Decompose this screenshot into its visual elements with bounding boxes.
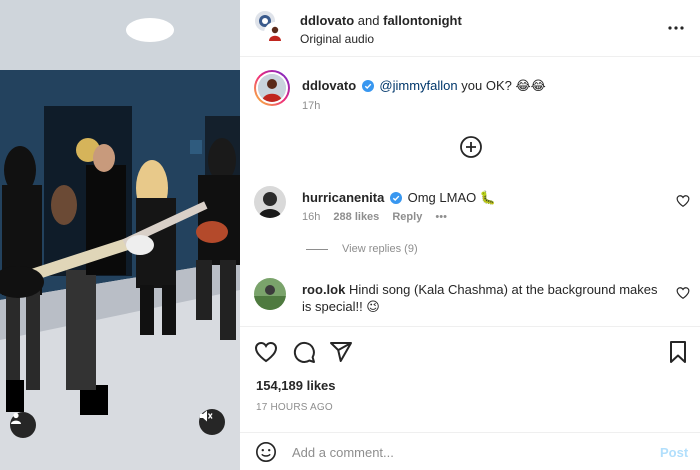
add-comment-bar: Post <box>240 432 700 470</box>
comment-input[interactable] <box>292 443 632 461</box>
post-video[interactable] <box>0 0 240 470</box>
mention-link[interactable]: @jimmyfallon <box>379 78 457 93</box>
caption-text: ddlovato @jimmyfallon you OK? 😂😂 <box>302 78 546 94</box>
user-icon <box>11 412 21 424</box>
profile-photo-icon <box>254 186 286 218</box>
profile-photo-icon <box>254 278 286 310</box>
comment-likes[interactable]: 288 likes <box>333 211 379 223</box>
likes-count[interactable]: 154,189 likes <box>256 378 336 393</box>
author-joiner: and <box>357 13 380 28</box>
view-replies-label: View replies (9) <box>342 243 418 255</box>
comment-avatar[interactable] <box>254 186 286 218</box>
comment-text: hurricanenita Omg LMAO 🐛 <box>302 189 662 206</box>
post-header: ddlovato and fallontonight Original audi… <box>240 0 700 57</box>
reply-button[interactable]: Reply <box>392 211 422 223</box>
comment-username[interactable]: roo.lok <box>302 282 345 297</box>
audio-link[interactable]: Original audio <box>300 32 374 46</box>
profile-photo-icon <box>269 26 281 41</box>
add-circle-icon[interactable] <box>459 135 483 159</box>
post-comment-button[interactable]: Post <box>660 445 688 460</box>
share-icon[interactable] <box>329 340 353 364</box>
verified-badge-icon <box>389 192 402 204</box>
author-link-1[interactable]: ddlovato <box>300 13 354 28</box>
avatar-ddlovato-small[interactable] <box>264 22 286 44</box>
emoji-icon[interactable] <box>255 441 277 463</box>
caption-time[interactable]: 17h <box>302 100 320 112</box>
post-timestamp[interactable]: 17 HOURS AGO <box>256 402 333 413</box>
comment-body: Omg LMAO 🐛 <box>407 190 497 205</box>
tagged-users-button[interactable] <box>10 412 36 438</box>
video-frame <box>0 0 240 470</box>
post-authors: ddlovato and fallontonight <box>300 13 462 28</box>
verified-badge-icon <box>361 80 374 92</box>
post-panel: ddlovato and fallontonight Original audi… <box>240 0 700 470</box>
collab-avatars[interactable] <box>254 10 286 46</box>
comment-username[interactable]: hurricanenita <box>302 190 384 205</box>
bookmark-icon[interactable] <box>666 340 690 364</box>
heart-icon[interactable] <box>254 340 278 364</box>
more-options-button[interactable] <box>666 18 686 38</box>
comment-text: roo.lok Hindi song (Kala Chashma) at the… <box>302 281 662 315</box>
muted-speaker-icon <box>200 410 213 422</box>
comment-avatar[interactable] <box>254 278 286 310</box>
comment-more-button[interactable]: ••• <box>435 211 447 223</box>
profile-photo-icon <box>258 74 286 102</box>
heart-icon[interactable] <box>676 286 690 300</box>
comment-icon[interactable] <box>292 340 316 364</box>
more-icon <box>668 26 684 30</box>
replies-divider <box>306 248 328 250</box>
comment-meta: 16h 288 likes Reply ••• <box>302 211 457 223</box>
mute-toggle-button[interactable] <box>199 409 225 435</box>
caption-username[interactable]: ddlovato <box>302 78 356 93</box>
actions-divider <box>240 326 700 327</box>
author-link-2[interactable]: fallontonight <box>383 13 462 28</box>
caption-body: you OK? 😂😂 <box>461 78 546 93</box>
comment-time[interactable]: 16h <box>302 211 320 223</box>
heart-icon[interactable] <box>676 194 690 208</box>
caption-avatar[interactable] <box>254 70 290 106</box>
view-replies-button[interactable]: View replies (9) <box>306 243 418 255</box>
comment-body: Hindi song (Kala Chashma) at the backgro… <box>302 282 658 314</box>
